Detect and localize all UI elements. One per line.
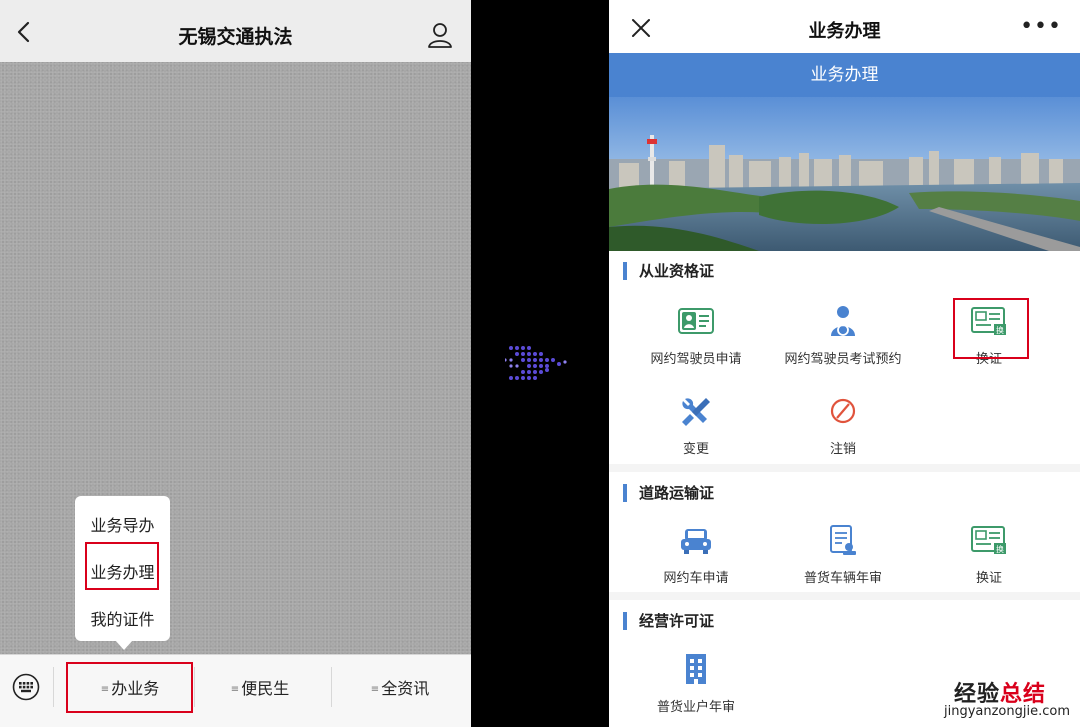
section-title-qualification: 从业资格证 [623,262,714,280]
menu-lines-icon: ≡ [230,684,240,695]
svg-text:换: 换 [996,544,1004,554]
section-divider [609,592,1080,600]
section-divider [609,464,1080,472]
service-label: 变更 [682,442,709,457]
service-freight-annual-review[interactable]: 普货业户年审 [626,650,766,715]
service-online-driver-apply[interactable]: 网约驾驶员申请 [626,302,766,367]
prohibited-icon [830,398,856,424]
service-label: 网约车申请 [663,571,729,586]
service-label: 网约驾驶员申请 [650,352,742,367]
section-title-business-license: 经营许可证 [623,612,714,630]
keyboard-icon[interactable] [12,673,40,701]
service-label: 普货业户年审 [656,700,735,715]
menu-item-guide[interactable]: 业务导办 [75,512,170,536]
service-cancel[interactable]: 注销 [773,392,913,457]
city-skyline-image [609,97,1080,251]
building-icon [686,654,706,684]
driver-id-card-icon [678,308,714,334]
popup-caret [115,640,133,650]
highlight-box-business-tab [66,662,193,713]
service-label: 换证 [975,571,1002,586]
section-title-road-transport: 道路运输证 [623,484,714,502]
tab-convenience-label: 便民生 [241,679,290,698]
tab-news-label: 全资讯 [381,679,430,698]
left-page-title: 无锡交通执法 [178,26,293,48]
tab-separator [194,667,195,707]
blank-content-area [0,62,471,654]
transition-arrow-icon [505,346,567,380]
menu-item-my-certificates[interactable]: 我的证件 [75,606,170,630]
renew-card-icon: 换 [971,526,1006,554]
service-label: 网约驾驶员考试预约 [784,352,902,367]
watermark-url: jingyanzongjie.com [943,704,1070,719]
user-profile-icon[interactable] [427,22,453,48]
tab-separator [331,667,332,707]
page-banner: 业务办理 [609,53,1080,97]
service-label: 注销 [829,442,856,457]
tab-news[interactable]: ≡ 全资讯 [340,675,460,699]
right-nav-bar: 业务办理 ••• [609,0,1080,53]
service-truck-annual-review[interactable]: 普货车辆年审 [773,521,913,586]
tab-convenience[interactable]: ≡ 便民生 [200,675,320,699]
right-page-title: 业务办理 [808,21,881,42]
left-nav-bar: 无锡交通执法 [0,0,471,62]
tools-icon [682,398,710,426]
left-phone-screen: 无锡交通执法 业务导办 业务办理 我的证件 ≡ 办业务 ≡ 便民生 ≡ 全资讯 [0,0,471,727]
service-ride-hailing-apply[interactable]: 网约车申请 [626,521,766,586]
highlight-box-business-menu [85,542,159,590]
service-road-renew-cert[interactable]: 换 换证 [919,521,1059,586]
service-online-driver-exam[interactable]: 网约驾驶员考试预约 [773,302,913,367]
highlight-box-renew [953,298,1029,359]
service-label: 普货车辆年审 [803,571,882,586]
car-icon [681,529,711,554]
driver-person-icon [831,306,855,336]
menu-lines-icon: ≡ [370,684,380,695]
tab-separator [53,667,54,707]
right-phone-screen: 业务办理 ••• 业务办理 从业资格证 网约驾驶员申请 网约驾驶员考试预约 换 … [609,0,1080,727]
more-options-icon[interactable]: ••• [1020,14,1062,39]
service-change[interactable]: 变更 [626,392,766,457]
document-review-icon [830,525,856,555]
